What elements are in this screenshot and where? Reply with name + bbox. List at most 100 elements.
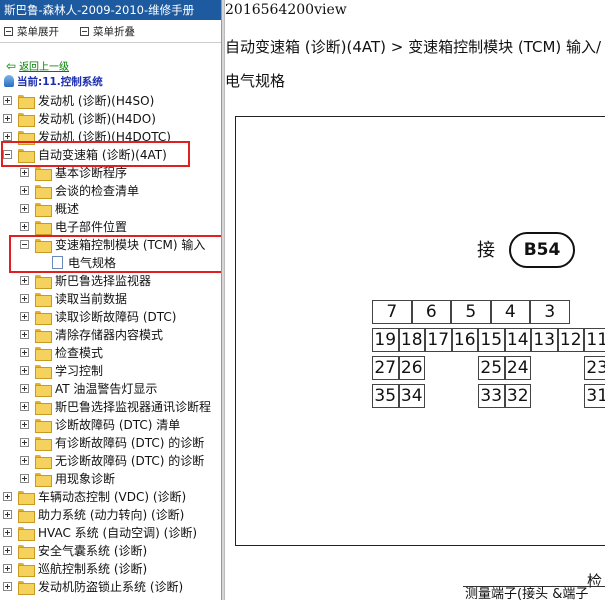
expand-plus-icon[interactable] <box>3 564 12 573</box>
connector-pin: 14 <box>504 328 531 352</box>
expand-plus-icon[interactable] <box>20 384 29 393</box>
connector-pin: 19 <box>372 328 399 352</box>
tree-item-label: 发动机 (诊断)(H4DO) <box>38 112 156 126</box>
tree-item-label: 无诊断故障码 (DTC) 的诊断 <box>55 454 205 468</box>
connector-pin: 18 <box>398 328 425 352</box>
collapse-icon <box>80 27 89 36</box>
connector-pin: 24 <box>504 356 531 380</box>
expand-plus-icon[interactable] <box>20 276 29 285</box>
expand-plus-icon[interactable] <box>20 438 29 447</box>
window-title: 斯巴鲁-森林人-2009-2010-维修手册 <box>0 0 221 20</box>
back-link[interactable]: ⇦ 返回上一级 <box>6 58 69 73</box>
connector-pin: 5 <box>451 300 491 324</box>
connector-pin: 26 <box>398 356 425 380</box>
document-pane: 2016564200view 自动变速箱 (诊断)(4AT) > 变速箱控制模块… <box>225 0 605 600</box>
tree-item-label: AT 油温警告灯显示 <box>55 382 158 396</box>
folder-icon <box>35 185 52 199</box>
folder-icon <box>18 509 35 523</box>
connector-pin: 13 <box>531 328 558 352</box>
connector-pin: 34 <box>398 384 425 408</box>
folder-icon <box>35 473 52 487</box>
expand-plus-icon[interactable] <box>20 168 29 177</box>
expand-plus-icon[interactable] <box>20 312 29 321</box>
tree-item-label: 清除存储器内容模式 <box>55 328 164 342</box>
tree-item-label: 用现象诊断 <box>55 472 116 486</box>
folder-icon <box>35 347 52 361</box>
folder-icon <box>18 113 35 127</box>
connector-pin: 12 <box>557 328 584 352</box>
connector-pin: 7 <box>372 300 412 324</box>
expand-plus-icon[interactable] <box>20 420 29 429</box>
folder-icon <box>35 419 52 433</box>
folder-icon <box>18 563 35 577</box>
tree-item-label: 巡航控制系统 (诊断) <box>38 562 148 576</box>
expand-plus-icon[interactable] <box>3 114 12 123</box>
tree-item-label: 发动机 (诊断)(H4SO) <box>38 94 155 108</box>
tree-item-label: 概述 <box>55 202 80 216</box>
expand-plus-icon[interactable] <box>3 132 12 141</box>
expand-plus-icon[interactable] <box>3 528 12 537</box>
highlight-box-4at <box>1 141 190 167</box>
tree-item-label: 读取当前数据 <box>55 292 128 306</box>
expand-plus-icon[interactable] <box>3 546 12 555</box>
expand-icon <box>4 27 13 36</box>
expand-plus-icon[interactable] <box>20 456 29 465</box>
expand-plus-icon[interactable] <box>20 204 29 213</box>
current-location: 当前:11.控制系统 <box>4 74 103 89</box>
tree-item-label: 读取诊断故障码 (DTC) <box>55 310 177 324</box>
folder-icon <box>35 437 52 451</box>
expand-plus-icon[interactable] <box>3 510 12 519</box>
expand-plus-icon[interactable] <box>20 294 29 303</box>
highlight-box-tcm <box>9 235 221 273</box>
folder-icon <box>18 491 35 505</box>
folder-icon <box>35 383 52 397</box>
folder-icon <box>35 365 52 379</box>
folder-icon <box>35 455 52 469</box>
connector-label: 接 <box>477 240 495 261</box>
expand-menu-button[interactable]: 菜单展开 <box>4 24 59 39</box>
expand-plus-icon[interactable] <box>20 474 29 483</box>
location-icon <box>4 75 14 87</box>
expand-plus-icon[interactable] <box>20 348 29 357</box>
navigation-pane: 斯巴鲁-森林人-2009-2010-维修手册 菜单展开 菜单折叠 ⇦ 返回上一级 … <box>0 0 221 600</box>
folder-icon <box>35 275 52 289</box>
folder-icon <box>18 527 35 541</box>
connector-pin: 31 <box>584 384 605 408</box>
expand-plus-icon[interactable] <box>20 366 29 375</box>
connector-pin: 32 <box>504 384 531 408</box>
expand-plus-icon[interactable] <box>3 492 12 501</box>
tree-item-label: 会谈的检查清单 <box>55 184 140 198</box>
connector-pin: 15 <box>478 328 505 352</box>
tree-item-label: 斯巴鲁选择监视器 <box>55 274 152 288</box>
expand-plus-icon[interactable] <box>20 222 29 231</box>
document-id: 2016564200view <box>225 2 347 18</box>
expand-plus-icon[interactable] <box>20 330 29 339</box>
back-arrow-icon: ⇦ <box>6 59 17 73</box>
divider-line <box>0 42 221 43</box>
connector-pin: 25 <box>478 356 505 380</box>
tree-item-label: 车辆动态控制 (VDC) (诊断) <box>38 490 187 504</box>
expand-plus-icon[interactable] <box>3 582 12 591</box>
folder-icon <box>35 221 52 235</box>
expand-plus-icon[interactable] <box>20 186 29 195</box>
table-header: 测量端子(接头 &端子 <box>463 586 605 600</box>
tree-item-label: 斯巴鲁选择监视器通讯诊断程 <box>55 400 212 414</box>
connector-pin: 17 <box>425 328 452 352</box>
collapse-menu-button[interactable]: 菜单折叠 <box>80 24 135 39</box>
tree-item-label: HVAC 系统 (自动空调) (诊断) <box>38 526 198 540</box>
connector-pin: 35 <box>372 384 399 408</box>
folder-icon <box>35 329 52 343</box>
connector-pin: 3 <box>530 300 570 324</box>
tree-item-label: 电子部件位置 <box>55 220 128 234</box>
breadcrumb: 自动变速箱 (诊断)(4AT) > 变速箱控制模块 (TCM) 输入/ <box>225 38 602 56</box>
expand-plus-icon[interactable] <box>3 96 12 105</box>
connector-pin: 23 <box>584 356 605 380</box>
connector-pin: 11 <box>584 328 605 352</box>
folder-icon <box>18 95 35 109</box>
tree-item-label: 学习控制 <box>55 364 104 378</box>
connector-pin: 6 <box>411 300 451 324</box>
connector-pin: 16 <box>451 328 478 352</box>
folder-icon <box>18 545 35 559</box>
connector-pin: 4 <box>490 300 530 324</box>
expand-plus-icon[interactable] <box>20 402 29 411</box>
